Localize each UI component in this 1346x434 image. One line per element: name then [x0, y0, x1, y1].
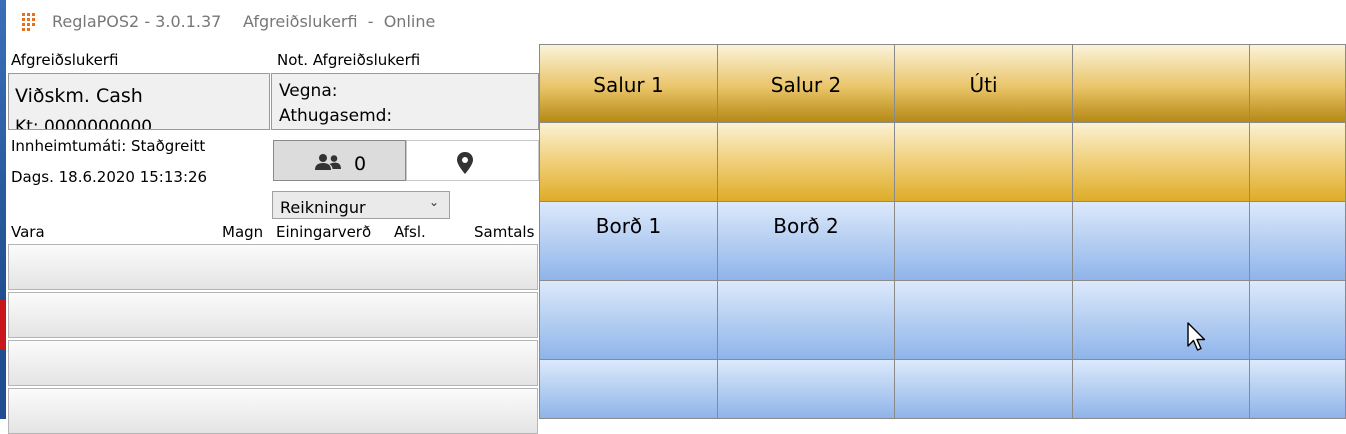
title-bar[interactable]: ReglaPOS2 - 3.0.1.37 Afgreiðslukerfi - O… — [6, 0, 1346, 44]
table-button-empty[interactable] — [1072, 280, 1250, 360]
area-button-empty[interactable] — [539, 122, 718, 202]
table-button[interactable]: Borð 2 — [717, 201, 895, 281]
column-header-unit-price: Einingarverð — [276, 223, 372, 241]
order-line-row[interactable] — [8, 340, 538, 386]
column-header-discount: Afsl. — [394, 223, 426, 241]
table-button-empty[interactable] — [1072, 359, 1250, 419]
table-button-empty[interactable] — [1072, 201, 1250, 281]
desktop-edge — [0, 350, 6, 419]
table-button-empty[interactable] — [539, 359, 718, 419]
area-button-empty[interactable] — [894, 122, 1073, 202]
table-button-empty[interactable] — [717, 359, 895, 419]
column-header-qty: Magn — [222, 223, 264, 241]
area-button[interactable] — [1072, 44, 1250, 123]
user-label: Not. Afgreiðslukerfi — [277, 51, 421, 69]
table-label: Borð 2 — [773, 214, 839, 238]
table-label: Borð 1 — [595, 214, 662, 238]
vegna-label: Vegna: — [279, 81, 338, 101]
chevron-down-icon: ⌄ — [428, 195, 439, 209]
customer-kt: Kt: 0000000000 — [15, 117, 153, 130]
table-button-empty[interactable] — [1249, 201, 1346, 281]
table-button-empty[interactable] — [1249, 359, 1346, 419]
area-button[interactable]: Úti — [894, 44, 1073, 123]
window-subtitle: Afgreiðslukerfi - Online — [243, 12, 436, 31]
area-label: Úti — [969, 73, 998, 97]
users-icon — [315, 154, 341, 170]
area-button-empty[interactable] — [1072, 122, 1250, 202]
area-button[interactable] — [1249, 44, 1346, 123]
table-button-empty[interactable] — [894, 280, 1073, 360]
invoice-select[interactable]: Reikningur ⌄ — [272, 191, 450, 219]
location-button[interactable] — [406, 140, 539, 181]
guest-count: 0 — [354, 153, 367, 175]
note-box[interactable]: Vegna: Athugasemd: — [271, 73, 539, 130]
table-button-empty[interactable] — [1249, 280, 1346, 360]
area-label: Salur 1 — [593, 73, 664, 97]
area-button[interactable]: Salur 2 — [717, 44, 895, 123]
customer-box[interactable]: Viðskm. Cash Kt: 0000000000 — [8, 73, 270, 130]
table-button-empty[interactable] — [894, 359, 1073, 419]
order-date: Dags. 18.6.2020 15:13:26 — [11, 168, 208, 186]
order-line-row[interactable] — [8, 244, 538, 290]
athugasemd-label: Athugasemd: — [279, 106, 393, 126]
table-button-empty[interactable] — [894, 201, 1073, 281]
mouse-cursor-icon — [1187, 322, 1206, 351]
column-header-item: Vara — [11, 223, 45, 241]
invoice-select-value: Reikningur — [280, 198, 366, 217]
floor-grid: Salur 1 Salur 2 Úti Borð 1 Borð 2 — [539, 44, 1346, 419]
area-button-empty[interactable] — [717, 122, 895, 202]
order-line-row[interactable] — [8, 388, 538, 434]
area-label: Salur 2 — [770, 73, 842, 97]
app-title: ReglaPOS2 - 3.0.1.37 — [52, 12, 222, 31]
map-pin-icon — [457, 152, 473, 174]
customer-name: Viðskm. Cash — [15, 85, 143, 107]
app-logo-icon — [22, 13, 36, 31]
table-button-empty[interactable] — [539, 280, 718, 360]
table-button[interactable]: Borð 1 — [539, 201, 718, 281]
order-line-row[interactable] — [8, 292, 538, 338]
guest-count-button[interactable]: 0 — [273, 140, 406, 181]
table-button-empty[interactable] — [717, 280, 895, 360]
column-header-total: Samtals — [474, 223, 535, 241]
payment-method: Innheimtumáti: Staðgreitt — [11, 137, 206, 155]
area-button[interactable]: Salur 1 — [539, 44, 718, 123]
desktop-edge — [0, 0, 6, 300]
system-label: Afgreiðslukerfi — [11, 51, 119, 69]
area-button-empty[interactable] — [1249, 122, 1346, 202]
desktop-edge — [0, 300, 6, 350]
